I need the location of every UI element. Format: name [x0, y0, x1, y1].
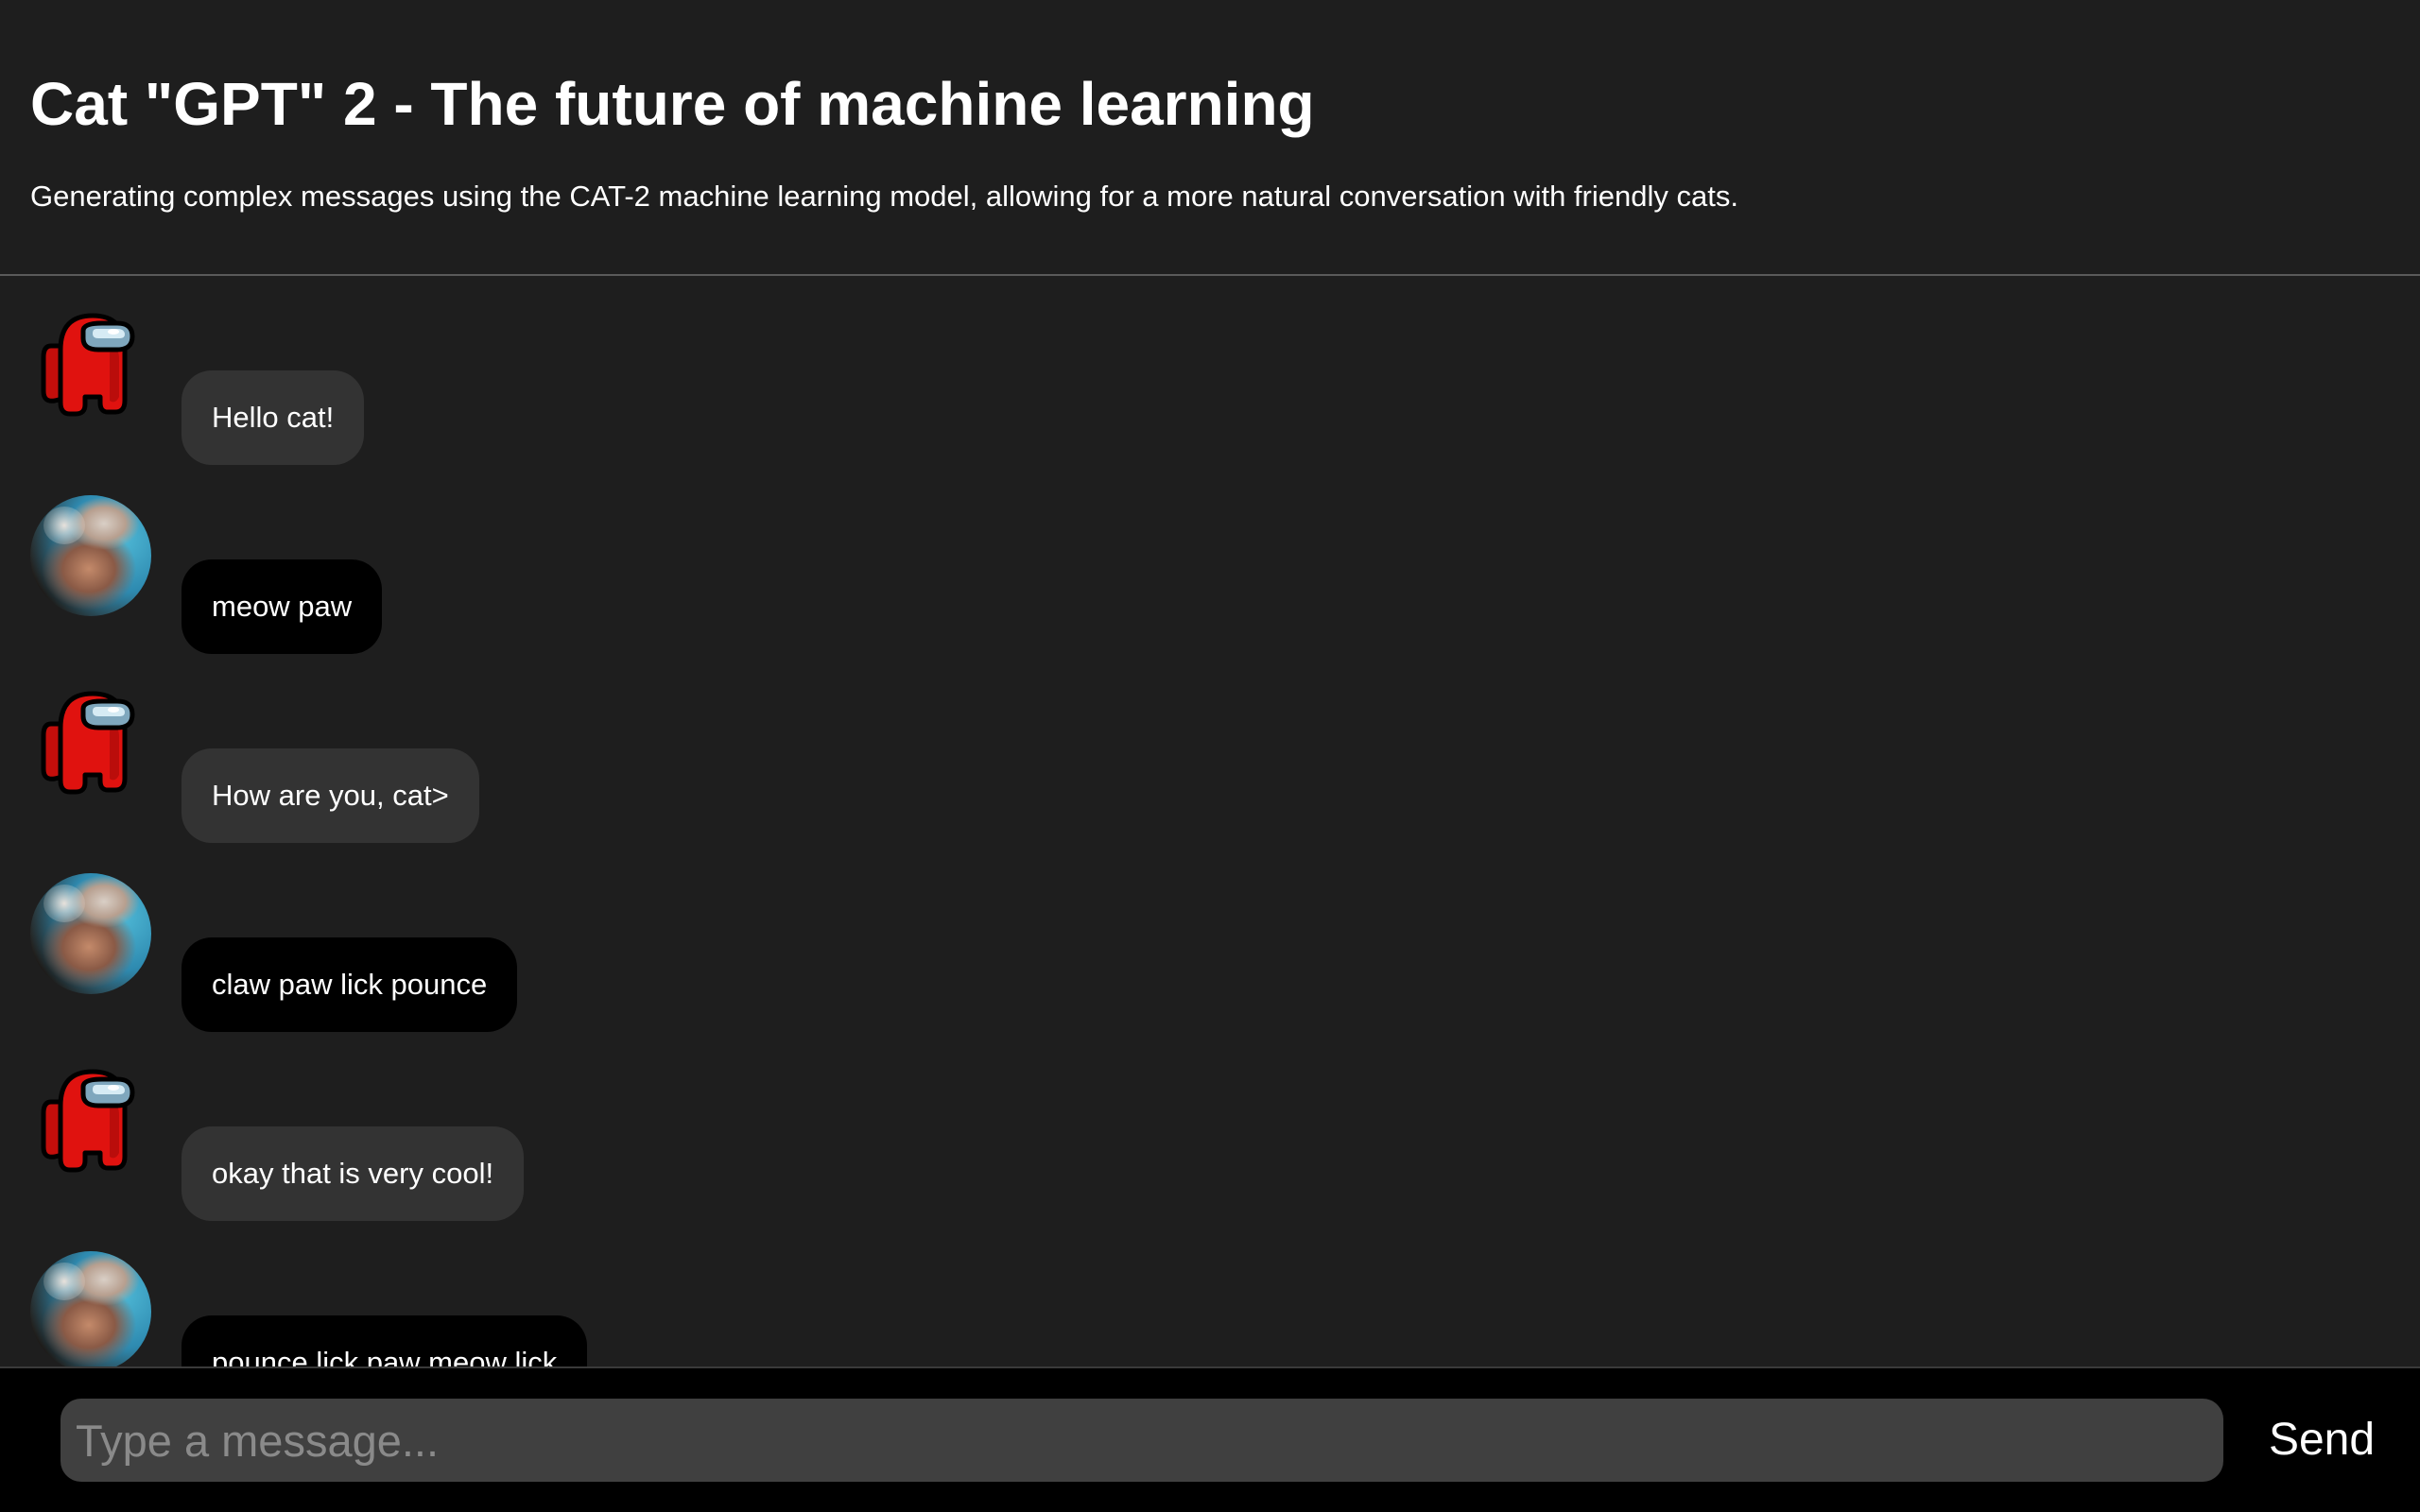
page-header: Cat "GPT" 2 - The future of machine lear…	[0, 0, 2420, 276]
cat-photo-avatar	[30, 495, 151, 616]
red-crewmate-avatar	[30, 306, 151, 427]
chat-messages[interactable]: Hello cat! meow paw How are you, cat> cl…	[0, 276, 2420, 1366]
chat-message-cat: pounce lick paw meow lick	[0, 1221, 2420, 1366]
page-title: Cat "GPT" 2 - The future of machine lear…	[30, 70, 1315, 138]
chat-message-user: Hello cat!	[0, 276, 2420, 465]
chat-message-cat: meow paw	[0, 465, 2420, 654]
chat-message-user: okay that is very cool!	[0, 1032, 2420, 1221]
send-button[interactable]: Send	[2246, 1399, 2397, 1482]
message-bubble: Hello cat!	[182, 370, 365, 465]
red-crewmate-avatar	[30, 1062, 151, 1183]
cat-photo-avatar	[30, 873, 151, 994]
message-input[interactable]	[60, 1399, 2223, 1482]
message-composer: Send	[0, 1366, 2420, 1512]
cat-photo-avatar	[30, 1251, 151, 1366]
chat-message-cat: claw paw lick pounce	[0, 843, 2420, 1032]
page-subtitle: Generating complex messages using the CA…	[30, 180, 1738, 213]
chat-message-user: How are you, cat>	[0, 654, 2420, 843]
message-bubble: okay that is very cool!	[182, 1126, 525, 1221]
message-bubble: meow paw	[182, 559, 383, 654]
message-bubble: How are you, cat>	[182, 748, 479, 843]
message-bubble: pounce lick paw meow lick	[182, 1315, 588, 1366]
message-bubble: claw paw lick pounce	[182, 937, 518, 1032]
red-crewmate-avatar	[30, 684, 151, 805]
